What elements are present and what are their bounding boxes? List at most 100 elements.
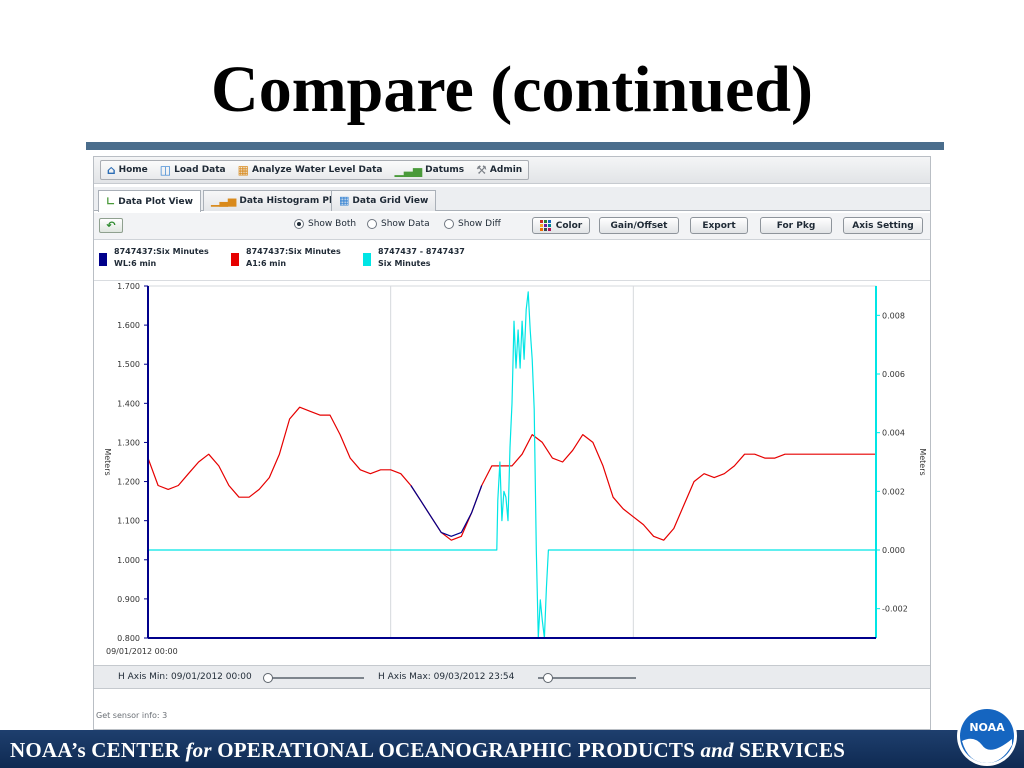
footer-part3: SERVICES <box>733 738 846 762</box>
menu-item-analyze-label: Analyze Water Level Data <box>251 165 383 175</box>
legend-item-wl[interactable]: 8747437:Six Minutes WL:6 min <box>99 246 209 270</box>
back-button[interactable]: ↶ <box>99 218 123 233</box>
left-axis-tick-label: 1.100 <box>117 517 140 526</box>
h-axis-min-label: H Axis Min: 09/01/2012 00:00 <box>118 672 252 682</box>
color-button[interactable]: Color <box>532 217 590 234</box>
radio-show-diff-label: Show Diff <box>458 219 501 229</box>
menu-bar: ⌂ Home ◫ Load Data ▦ Analyze Water Level… <box>94 157 930 184</box>
menu-item-analyze[interactable]: ▦ Analyze Water Level Data <box>232 161 389 179</box>
menu-item-datums-label: Datums <box>425 165 465 175</box>
h-axis-range-bar: H Axis Min: 09/01/2012 00:00 H Axis Max:… <box>94 665 930 689</box>
noaa-logo: NOAA <box>957 706 1017 766</box>
h-axis-max-knob[interactable] <box>542 673 553 683</box>
legend-item-diff-line1: 8747437 - 8747437 <box>378 247 465 256</box>
menu-group: ⌂ Home ◫ Load Data ▦ Analyze Water Level… <box>100 160 530 180</box>
tab-bar: ∟ Data Plot View ▁▃▅ Data Histogram Plot… <box>94 187 930 212</box>
legend-swatch <box>99 253 107 266</box>
right-axis-tick-label: -0.002 <box>882 605 908 614</box>
status-text: Get sensor info: 3 <box>96 711 168 720</box>
right-axis-tick-label: 0.000 <box>882 546 905 555</box>
home-icon: ⌂ <box>107 163 116 177</box>
grid-icon: ▦ <box>339 194 350 207</box>
back-arrow-icon: ↶ <box>106 219 116 232</box>
app-window: ⌂ Home ◫ Load Data ▦ Analyze Water Level… <box>93 156 931 730</box>
footer-part1: NOAA’s CENTER <box>10 738 186 762</box>
tab-data-histogram-plot-label: Data Histogram Plot <box>239 196 343 206</box>
legend-item-diff-line2: Six Minutes <box>378 259 431 268</box>
status-bar: Get sensor info: 3 <box>94 706 930 729</box>
tab-data-plot-view-label: Data Plot View <box>118 196 193 207</box>
right-axis-tick-label: 0.008 <box>882 311 905 320</box>
gain-offset-button[interactable]: Gain/Offset <box>599 217 679 234</box>
radio-show-data-label: Show Data <box>381 219 430 229</box>
analyze-icon: ▦ <box>237 163 249 177</box>
left-axis-tick-label: 1.300 <box>117 438 140 447</box>
left-axis-tick-label: 1.600 <box>117 321 140 330</box>
plot-toolbar: ↶ Show Both Show Data Show Diff Color Ga… <box>94 213 930 240</box>
radio-dot <box>367 219 377 229</box>
title-divider <box>86 142 944 150</box>
line-chart-icon: ∟ <box>106 194 116 208</box>
footer-part2: OPERATIONAL OCEANOGRAPHIC PRODUCTS <box>211 738 701 762</box>
left-axis-tick-label: 1.400 <box>117 399 140 408</box>
radio-show-data[interactable]: Show Data <box>367 219 430 229</box>
right-axis-tick-label: 0.002 <box>882 487 905 496</box>
radio-dot <box>444 219 454 229</box>
tab-data-grid-view-label: Data Grid View <box>352 196 429 206</box>
legend-item-wl-line1: 8747437:Six Minutes <box>114 247 209 256</box>
right-axis-tick-label: 0.006 <box>882 370 905 379</box>
axis-setting-button[interactable]: Axis Setting <box>843 217 923 234</box>
menu-item-home-label: Home <box>118 165 148 175</box>
legend-item-diff[interactable]: 8747437 - 8747437 Six Minutes <box>363 246 465 270</box>
color-button-label: Color <box>555 220 583 231</box>
right-axis-label: Meters <box>918 448 927 475</box>
slide-title: Compare (continued) <box>211 53 813 126</box>
left-axis-label: Meters <box>103 448 112 475</box>
menu-item-load-data[interactable]: ◫ Load Data <box>154 161 232 179</box>
h-axis-min-knob[interactable] <box>263 673 273 683</box>
tab-data-grid-view[interactable]: ▦ Data Grid View <box>331 190 437 211</box>
legend-item-a1[interactable]: 8747437:Six Minutes A1:6 min <box>231 246 341 270</box>
h-axis-min-slider[interactable] <box>268 677 364 679</box>
footer-and: and <box>700 738 734 762</box>
menu-item-admin[interactable]: ⚒ Admin <box>470 161 528 179</box>
export-button[interactable]: Export <box>690 217 748 234</box>
left-axis-tick-label: 0.900 <box>117 595 140 604</box>
data-plot[interactable]: 1.700 1.600 1.500 1.400 1.300 1.200 1.100 1.000… <box>94 282 930 660</box>
left-axis-tick-label: 1.700 <box>117 282 140 291</box>
menu-item-admin-label: Admin <box>489 165 523 175</box>
legend-item-a1-line2: A1:6 min <box>246 259 287 268</box>
legend-item-wl-line2: WL:6 min <box>114 259 157 268</box>
legend-swatch <box>231 253 239 266</box>
legend-item-a1-line1: 8747437:Six Minutes <box>246 247 341 256</box>
histogram-icon: ▁▃▅ <box>211 194 237 207</box>
left-axis-tick-label: 0.800 <box>117 634 140 643</box>
for-pkg-button[interactable]: For Pkg <box>760 217 832 234</box>
radio-dot-selected <box>294 219 304 229</box>
menu-item-home[interactable]: ⌂ Home <box>101 161 154 179</box>
plot-area <box>147 285 877 639</box>
radio-show-both-label: Show Both <box>308 219 357 229</box>
left-axis-tick-label: 1.500 <box>117 360 140 369</box>
legend-swatch <box>363 253 371 266</box>
color-palette-icon <box>539 220 551 231</box>
tab-data-histogram-plot[interactable]: ▁▃▅ Data Histogram Plot <box>203 190 351 211</box>
x-axis-start-label: 09/01/2012 00:00 <box>106 647 178 656</box>
admin-icon: ⚒ <box>476 163 487 177</box>
left-axis-tick-label: 1.000 <box>117 556 140 565</box>
menu-item-load-data-label: Load Data <box>174 165 226 175</box>
tab-data-plot-view[interactable]: ∟ Data Plot View <box>98 190 201 212</box>
right-axis-tick-label: 0.004 <box>882 429 905 438</box>
chart-legend: 8747437:Six Minutes WL:6 min 8747437:Six… <box>94 241 930 281</box>
plot-canvas: 1.700 1.600 1.500 1.400 1.300 1.200 1.100 1.000… <box>103 282 927 656</box>
footer-for: for <box>185 738 212 762</box>
footer-text: NOAA’s CENTER for OPERATIONAL OCEANOGRAP… <box>10 738 845 763</box>
noaa-logo-text: NOAA <box>969 721 1005 734</box>
radio-show-both[interactable]: Show Both <box>294 219 356 229</box>
menu-item-datums[interactable]: ▁▃▅ Datums <box>388 161 470 179</box>
radio-show-diff[interactable]: Show Diff <box>444 219 501 229</box>
datums-icon: ▁▃▅ <box>394 163 423 177</box>
h-axis-max-label: H Axis Max: 09/03/2012 23:54 <box>378 672 515 682</box>
left-axis-tick-label: 1.200 <box>117 478 140 487</box>
load-data-icon: ◫ <box>159 163 172 177</box>
